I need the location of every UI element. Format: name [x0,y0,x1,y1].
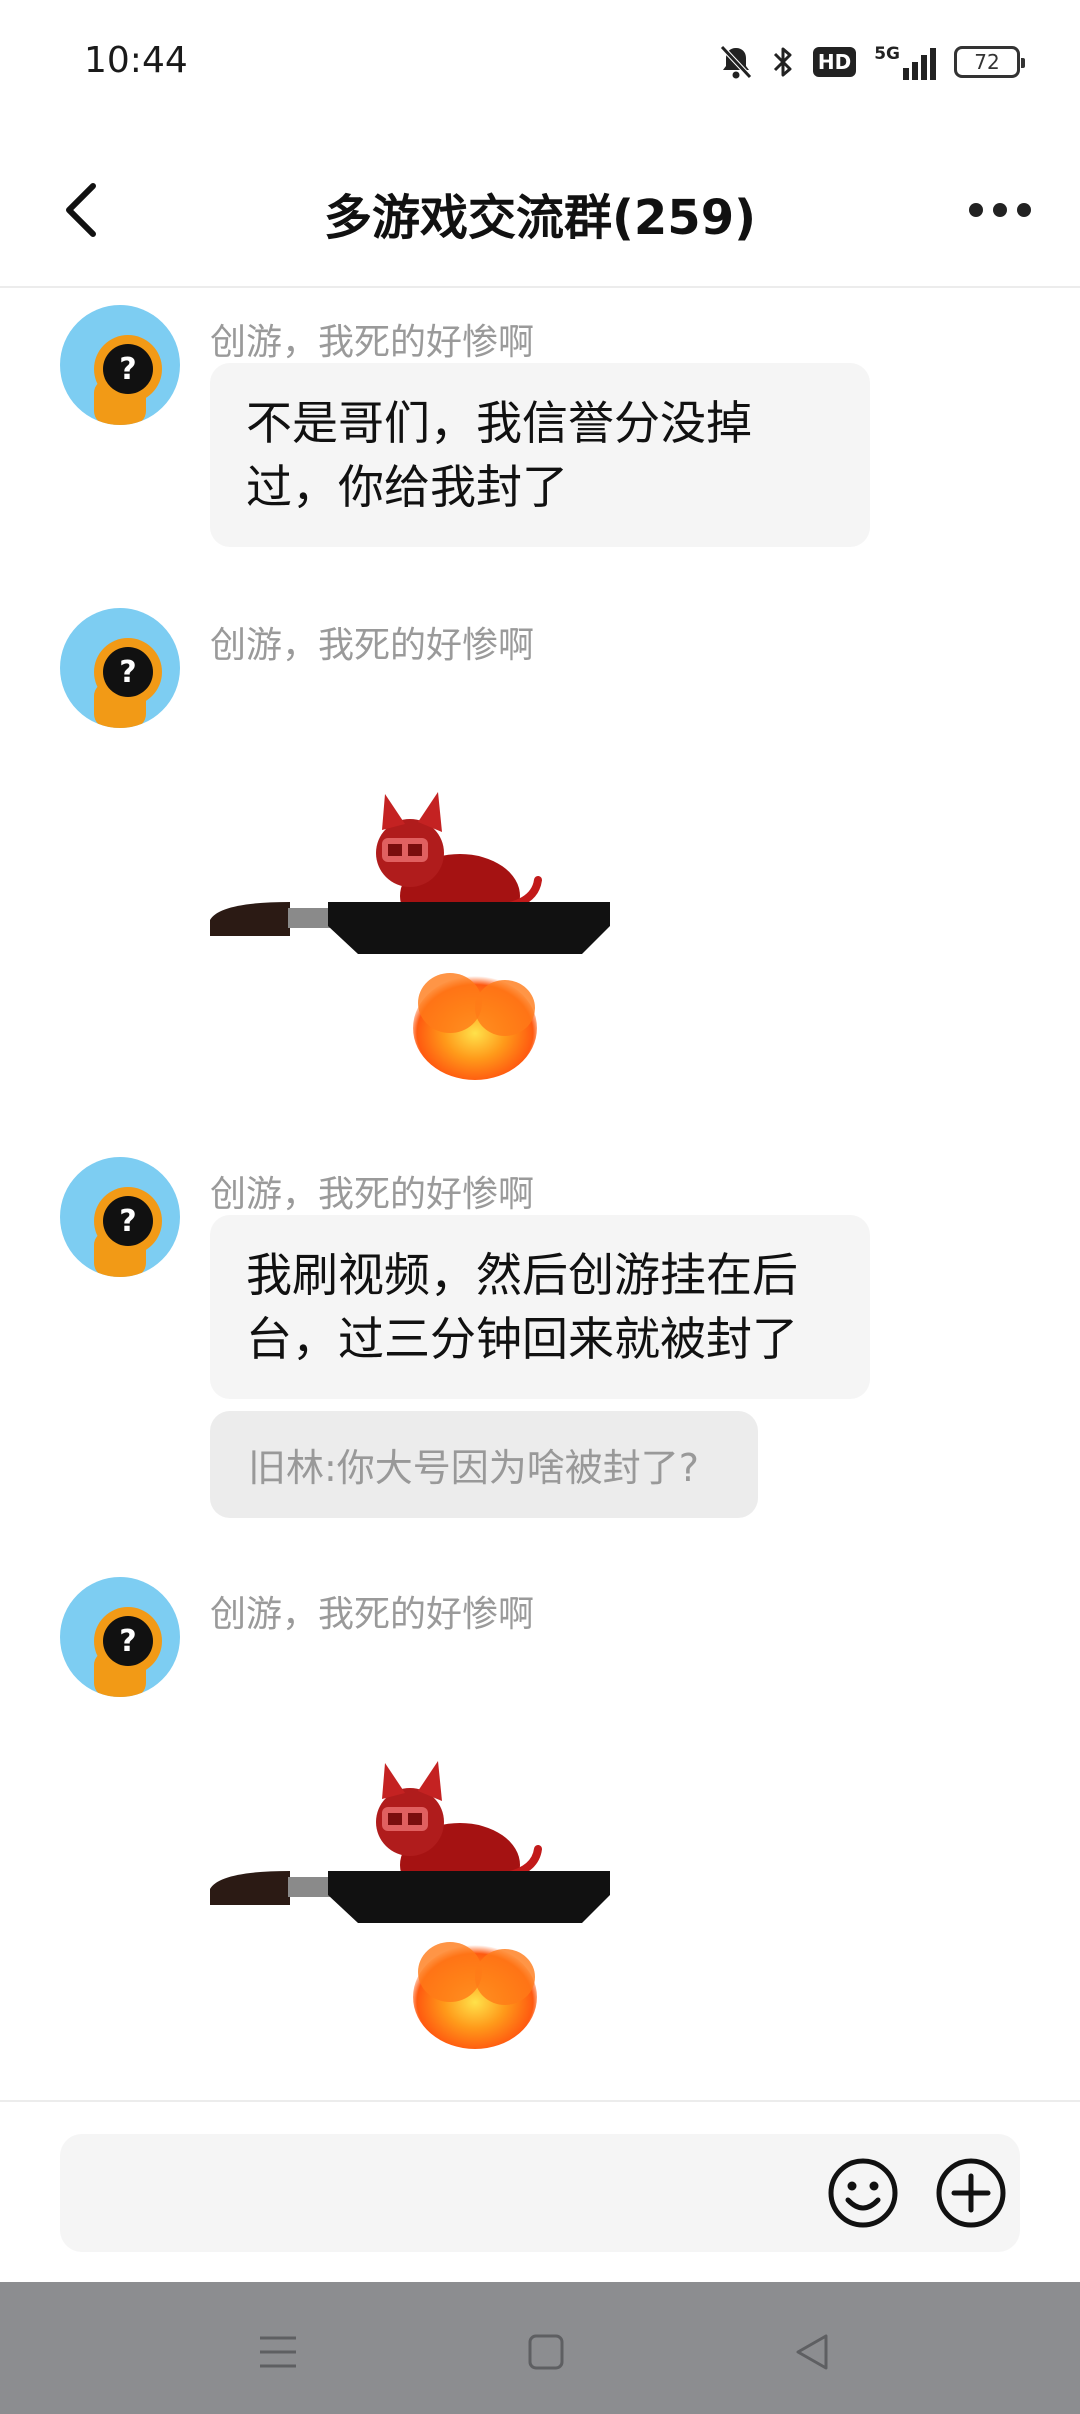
bell-muted-icon [719,44,753,80]
back-nav-button[interactable] [772,2312,852,2392]
battery-level: 72 [974,50,1000,74]
plus-circle-icon [936,2158,1006,2228]
cat-in-frying-pan-sticker[interactable] [210,758,630,1098]
sender-name: 创游，我死的好惨啊 [210,1594,535,1635]
avatar-question-icon: ? [94,638,162,728]
svg-text:?: ? [119,1624,136,1659]
menu-icon [260,2336,296,2368]
signal-5g-icon: 5G [874,44,936,80]
avatar[interactable]: ? [60,1577,180,1697]
home-square-icon [528,2334,564,2370]
message-item: ? 创游，我死的好惨啊 我刷视频，然后创游挂在后 台，过三分钟回来就被封了 旧林… [60,1157,1020,1518]
svg-text:?: ? [119,1204,136,1239]
sender-name: 创游，我死的好惨啊 [210,322,535,363]
emoji-button[interactable] [826,2156,900,2230]
more-dot [1017,203,1031,217]
avatar[interactable]: ? [60,305,180,425]
message-line: 过，你给我封了 [246,460,568,514]
svg-text:?: ? [119,655,136,690]
more-button[interactable] [960,180,1040,240]
message-input[interactable] [60,2134,1020,2252]
message-bubble[interactable]: 我刷视频，然后创游挂在后 台，过三分钟回来就被封了 [210,1215,870,1399]
svg-text:?: ? [119,352,136,387]
system-nav-bar [0,2282,1080,2414]
bluetooth-icon [771,44,795,80]
more-dot [993,203,1007,217]
quoted-reply[interactable]: 旧林:你大号因为啥被封了? [210,1411,758,1518]
network-label: 5G [874,44,900,64]
plus-button[interactable] [934,2156,1008,2230]
sender-name: 创游，我死的好惨啊 [210,625,535,666]
message-line: 我刷视频，然后创游挂在后 [246,1248,798,1302]
cat-in-frying-pan-sticker[interactable] [210,1727,630,2067]
input-area [0,2100,1080,2282]
message-line: 不是哥们，我信誉分没掉 [246,396,752,450]
smiley-icon [828,2158,898,2228]
hd-icon: HD [812,47,857,77]
menu-button[interactable] [238,2312,318,2392]
message-item: ? 创游，我死的好惨啊 [60,608,1020,1080]
battery-icon: 72 [954,46,1025,78]
chat-header: 多游戏交流群(259) [0,140,1080,288]
status-time: 10:44 [84,40,188,81]
more-dot [969,203,983,217]
page-title: 多游戏交流群(259) [323,190,757,246]
avatar-question-icon: ? [94,1187,162,1277]
avatar[interactable]: ? [60,1157,180,1277]
message-line: 台，过三分钟回来就被封了 [246,1312,798,1366]
message-bubble[interactable]: 不是哥们，我信誉分没掉 过，你给我封了 [210,363,870,547]
status-icons: HD 5G 72 [719,40,1025,84]
home-button[interactable] [506,2312,586,2392]
message-item: ? 创游，我死的好惨啊 不是哥们，我信誉分没掉 过，你给我封了 [60,305,1020,547]
avatar[interactable]: ? [60,608,180,728]
back-triangle-icon [796,2334,828,2370]
avatar-question-icon: ? [94,1607,162,1697]
avatar-question-icon: ? [94,335,162,425]
status-bar: 10:44 HD 5G 72 [0,0,1080,130]
message-item: ? 创游，我死的好惨啊 [60,1577,1020,2049]
chat-screen: 10:44 HD 5G 72 多游戏交流群(259) ? 创游，我死的好惨啊 不… [0,0,1080,2414]
sender-name: 创游，我死的好惨啊 [210,1174,535,1215]
